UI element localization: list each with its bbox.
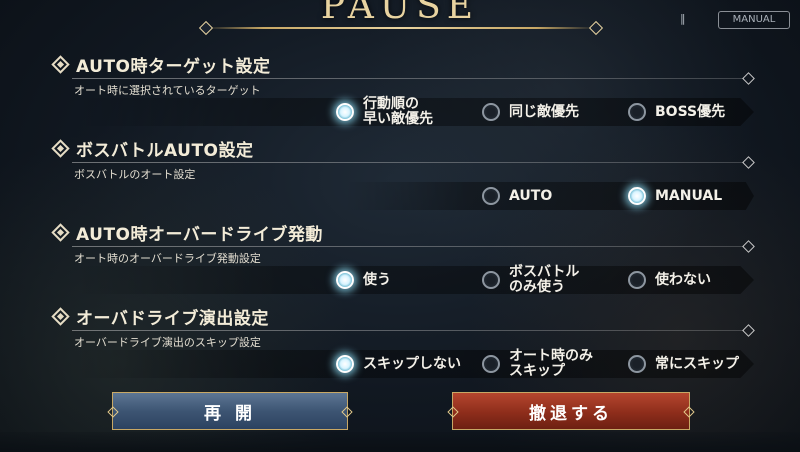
radio-selected-icon[interactable] [336,103,354,121]
radio-icon[interactable] [482,103,500,121]
section-divider [72,78,744,79]
section-divider [72,330,744,331]
diamond-bullet-icon [51,222,70,242]
divider-end-icon [742,240,755,253]
radio-selected-icon[interactable] [628,187,646,205]
option-same-enemy[interactable]: 同じ敵優先 [482,98,579,126]
section-title-text: ボスバトルAUTO設定 [76,140,254,161]
diamond-bullet-icon [51,54,70,74]
section-title-text: AUTO時ターゲット設定 [76,56,271,77]
title-divider [205,27,595,29]
section-title: ボスバトルAUTO設定 [51,136,254,161]
retreat-button[interactable]: 撤退する [447,392,695,430]
section-title: オーバドライブ演出設定 [51,304,269,329]
option-use[interactable]: 使う [336,266,391,294]
section-divider [72,246,744,247]
radio-icon[interactable] [628,271,646,289]
divider-end-icon [742,72,755,85]
section-divider [72,162,744,163]
option-no-skip[interactable]: スキップしない [336,350,461,378]
radio-icon[interactable] [628,355,646,373]
radio-selected-icon[interactable] [336,355,354,373]
manual-tag[interactable]: MANUAL [718,11,790,29]
party-strip [0,432,800,452]
section-overdrive-effect: オーバドライブ演出設定 オーバードライブ演出のスキップ設定 スキップしない オー… [44,304,760,384]
section-subtitle: オート時に選択されているターゲット [74,84,261,97]
diamond-bullet-icon [51,306,70,326]
resume-button-label: 再 開 [204,403,256,424]
radio-icon[interactable] [628,103,646,121]
section-subtitle: オート時のオーバードライブ発動設定 [74,252,261,265]
retreat-button-label: 撤退する [529,403,613,424]
divider-end-icon [742,156,755,169]
section-subtitle: オーバードライブ演出のスキップ設定 [74,336,261,349]
section-auto-target: AUTO時ターゲット設定 オート時に選択されているターゲット 行動順の 早い敵優… [44,52,760,132]
settings-panel: AUTO時ターゲット設定 オート時に選択されているターゲット 行動順の 早い敵優… [44,44,760,384]
option-skip-auto-only[interactable]: オート時のみ スキップ [482,349,593,379]
radio-selected-icon[interactable] [336,271,354,289]
divider-end-icon [742,324,755,337]
radio-icon[interactable] [482,271,500,289]
radio-icon[interactable] [482,355,500,373]
section-title: AUTO時オーバードライブ発動 [51,220,323,245]
option-manual[interactable]: MANUAL [628,182,722,210]
option-boss-priority[interactable]: BOSS優先 [628,98,725,126]
section-subtitle: ボスバトルのオート設定 [74,168,196,181]
radio-icon[interactable] [482,187,500,205]
section-title-text: オーバドライブ演出設定 [76,308,269,329]
option-auto[interactable]: AUTO [482,182,552,210]
option-dont-use[interactable]: 使わない [628,266,711,294]
diamond-bullet-icon [51,138,70,158]
option-always-skip[interactable]: 常にスキップ [628,350,739,378]
section-title: AUTO時ターゲット設定 [51,52,271,77]
option-action-order[interactable]: 行動順の 早い敵優先 [336,97,433,127]
section-title-text: AUTO時オーバードライブ発動 [76,224,323,245]
section-overdrive-auto: AUTO時オーバードライブ発動 オート時のオーバードライブ発動設定 使う ボスバ… [44,220,760,300]
menu-icon[interactable]: ‖ [680,12,692,26]
section-boss-auto: ボスバトルAUTO設定 ボスバトルのオート設定 AUTO MANUAL [44,136,760,216]
resume-button[interactable]: 再 開 [107,392,353,430]
option-boss-only[interactable]: ボスバトル のみ使う [482,265,579,295]
